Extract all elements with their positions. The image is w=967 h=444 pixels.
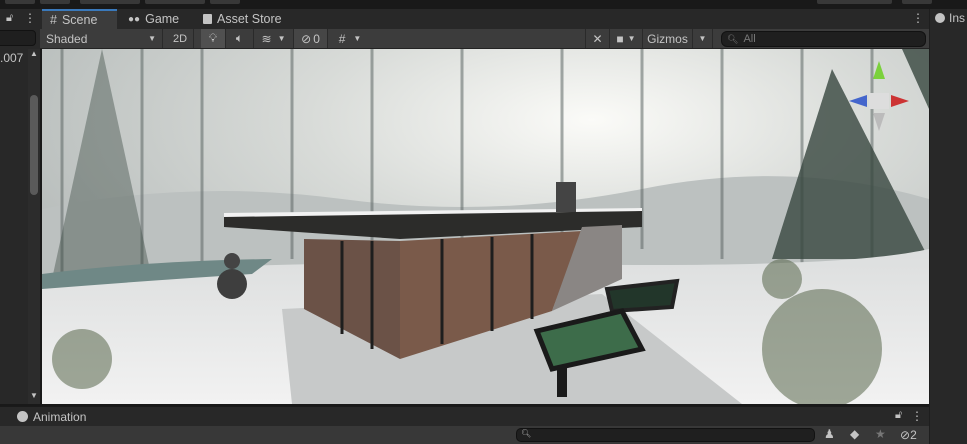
animation-search-input[interactable]: 🔍︎ [516, 428, 815, 442]
camera-dropdown[interactable]: ■ ▼ [610, 29, 643, 48]
filter-type-icon[interactable]: ♟ [824, 427, 835, 441]
tab-inspector[interactable]: Ins [935, 11, 965, 25]
animation-clock-icon [17, 411, 28, 422]
animation-tab[interactable]: Animation [33, 410, 86, 424]
chevron-down-icon: ▼ [353, 34, 362, 43]
lock-icon[interactable]: 🔓︎ [6, 12, 13, 25]
lock-icon[interactable]: 🔓︎ [895, 409, 902, 422]
tab-asset-store[interactable]: Asset Store [195, 9, 290, 29]
scene-search-input[interactable]: 🔍︎ All [721, 31, 926, 47]
tab-game[interactable]: ●● Game [120, 9, 187, 29]
shading-mode-dropdown[interactable]: Shaded ▼ [40, 29, 163, 48]
tools-icon: ✕ [592, 31, 603, 46]
camera-icon: ■ [616, 31, 624, 46]
scene-viewport[interactable] [42, 49, 929, 404]
gizmos-dropdown[interactable]: ▼ [693, 29, 713, 48]
tab-scene[interactable]: # Scene [42, 9, 117, 29]
inspector-panel: Ins [929, 9, 967, 444]
chevron-down-icon: ▼ [148, 34, 156, 43]
more-options-icon[interactable]: ⋮ [911, 409, 923, 423]
grid-snap-icon: # [338, 31, 346, 46]
lighting-toggle[interactable]: 💡︎ [201, 29, 226, 48]
info-icon [935, 13, 945, 23]
more-options-icon[interactable]: ⋮ [912, 11, 924, 25]
eye-slash-icon: ⊘ [301, 31, 312, 46]
grid-dropdown[interactable]: # ▼ [328, 29, 372, 48]
grid-hash-icon: # [50, 13, 57, 27]
animation-panel-header: Animation 🔓︎ ⋮ [0, 406, 929, 426]
speaker-icon: 🔈︎ [235, 31, 244, 45]
hidden-count-toggle[interactable]: ⊘2 [900, 428, 917, 442]
more-options-icon[interactable]: ⋮ [24, 11, 36, 25]
hierarchy-search-input[interactable] [0, 30, 36, 46]
eye-slash-icon: ⊘ [900, 428, 911, 442]
search-icon: 🔍︎ [727, 33, 739, 44]
scrollbar-thumb[interactable] [30, 95, 38, 195]
scene-render [42, 49, 929, 404]
chevron-down-icon: ▼ [627, 34, 636, 43]
animation-toolbar: 🔍︎ ♟ ◆ ★ ⊘2 [0, 426, 929, 444]
gizmos-button[interactable]: Gizmos [643, 29, 693, 48]
scene-tabs: # Scene ●● Game Asset Store ⋮ [40, 9, 929, 29]
chevron-down-icon: ▼ [698, 34, 707, 43]
gamepad-icon: ●● [128, 13, 141, 25]
audio-toggle[interactable]: 🔈︎ [226, 29, 254, 48]
lightbulb-icon: 💡︎ [208, 31, 218, 45]
top-menu-bar [0, 0, 967, 9]
layers-icon: ≋ [261, 31, 272, 46]
scroll-up-icon[interactable]: ▲ [30, 49, 38, 58]
search-icon: 🔍︎ [521, 429, 532, 438]
effects-dropdown[interactable]: ≋ ▼ [254, 29, 294, 48]
hidden-objects-toggle[interactable]: ⊘ 0 [294, 29, 328, 48]
2d-toggle[interactable]: 2D [167, 29, 194, 48]
shopping-bag-icon [203, 14, 212, 24]
chevron-down-icon: ▼ [277, 34, 286, 43]
label-tag-icon[interactable]: ◆ [850, 427, 859, 441]
scene-toolbar: Shaded ▼ 2D 💡︎ 🔈︎ ≋ ▼ ⊘ 0 # ▼ ✕ ■ ▼ Gizmos ▼ … [40, 29, 929, 49]
hierarchy-panel: 🔓︎ ⋮ .007 ▲ ▼ [0, 9, 40, 404]
item-value: .007 [0, 51, 24, 65]
favorite-star-icon[interactable]: ★ [875, 427, 886, 441]
scrollbar[interactable]: ▲ ▼ [28, 49, 40, 404]
scroll-down-icon[interactable]: ▼ [30, 391, 38, 400]
tools-button[interactable]: ✕ [585, 29, 610, 48]
